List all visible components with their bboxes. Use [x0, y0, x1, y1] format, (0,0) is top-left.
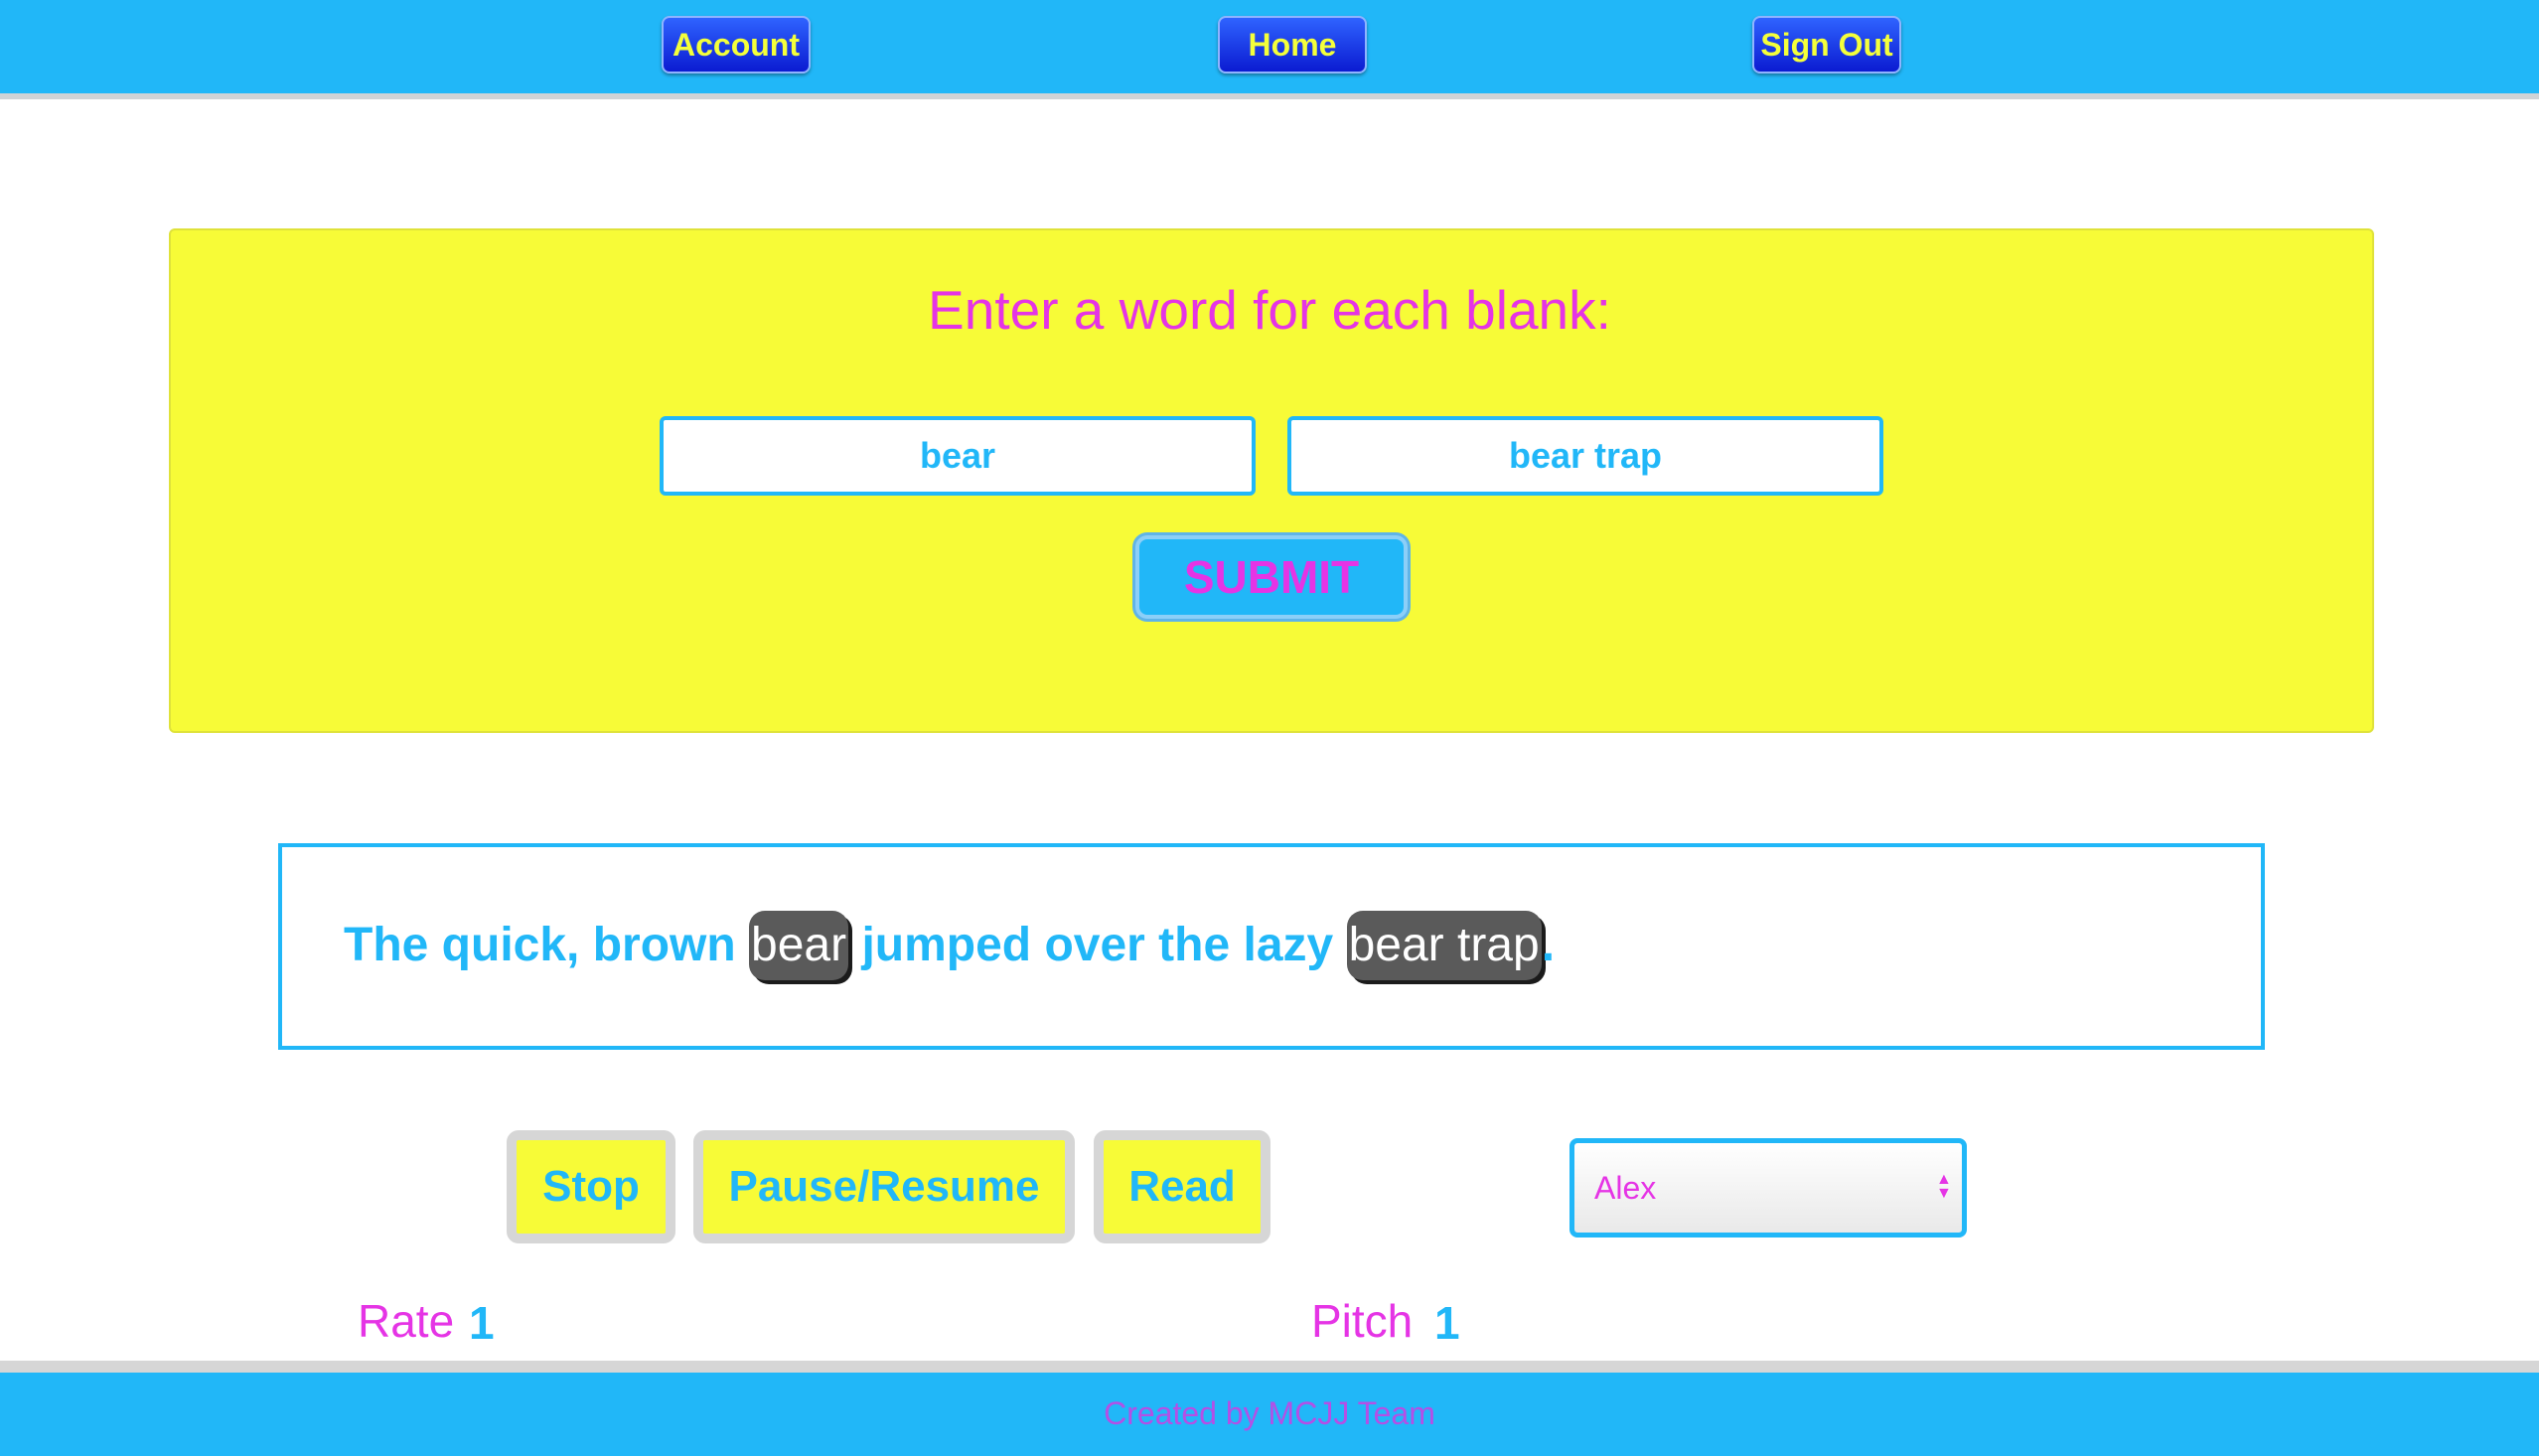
updown-arrows-icon: ▲ ▼	[1936, 1171, 1952, 1202]
read-button[interactable]: Read	[1094, 1130, 1270, 1243]
stop-button[interactable]: Stop	[507, 1130, 675, 1243]
rate-label: Rate	[358, 1295, 455, 1347]
account-button[interactable]: Account	[662, 16, 811, 73]
story-box: The quick, brown bear jumped over the la…	[278, 843, 2265, 1050]
story-segment: jumped over the lazy	[848, 919, 1347, 971]
home-button[interactable]: Home	[1218, 16, 1367, 73]
pause-resume-button[interactable]: Pause/Resume	[693, 1130, 1075, 1243]
footer: Created by MCJJ Team	[0, 1361, 2539, 1456]
sign-out-button[interactable]: Sign Out	[1752, 16, 1901, 73]
blank-input-2[interactable]	[1287, 416, 1883, 496]
pitch-value: 1	[1434, 1297, 1460, 1349]
pitch-label: Pitch	[1311, 1295, 1414, 1347]
voice-selected-value: Alex	[1594, 1170, 1657, 1206]
form-title: Enter a word for each blank:	[928, 279, 1611, 341]
filled-blank-2: bear trap	[1346, 911, 1542, 980]
top-nav: Account Home Sign Out	[0, 0, 2539, 99]
footer-credit: Created by MCJJ Team	[1104, 1395, 1435, 1431]
filled-blank-1: bear	[749, 911, 849, 980]
story-segment: The quick, brown	[344, 919, 750, 971]
blank-input-1[interactable]	[660, 416, 1256, 496]
story-segment: .	[1541, 919, 1556, 971]
rate-value: 1	[469, 1297, 495, 1349]
submit-button[interactable]: SUBMIT	[1135, 535, 1408, 619]
story-text: The quick, brown bear jumped over the la…	[344, 911, 1555, 980]
voice-select[interactable]: Alex ▲ ▼	[1569, 1138, 1967, 1238]
